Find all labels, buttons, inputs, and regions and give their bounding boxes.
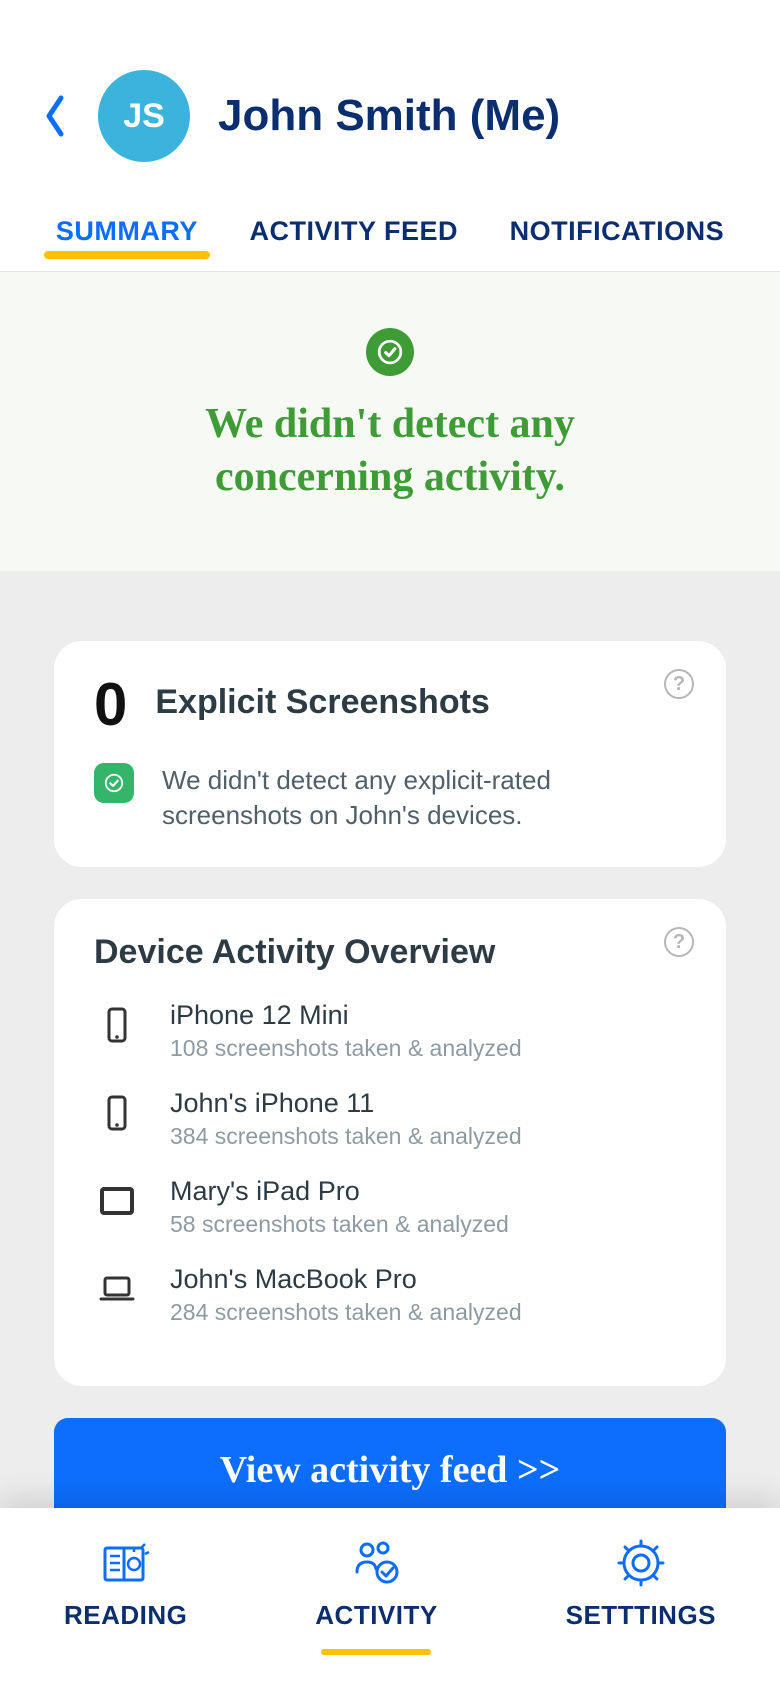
explicit-count: 0 xyxy=(94,675,127,735)
device-card-title: Device Activity Overview xyxy=(94,933,686,972)
device-name: John's MacBook Pro xyxy=(170,1264,522,1295)
device-name: John's iPhone 11 xyxy=(170,1088,522,1119)
device-sub: 108 screenshots taken & analyzed xyxy=(170,1035,522,1062)
device-sub: 384 screenshots taken & analyzed xyxy=(170,1123,522,1150)
nav-settings[interactable]: SETTTINGS xyxy=(566,1538,716,1631)
nav-reading-label: READING xyxy=(64,1600,187,1631)
status-banner: We didn't detect any concerning activity… xyxy=(0,272,780,571)
nav-activity-label: ACTIVITY xyxy=(315,1600,437,1631)
phone-icon xyxy=(94,1090,140,1136)
help-icon[interactable]: ? xyxy=(664,669,694,699)
device-sub: 284 screenshots taken & analyzed xyxy=(170,1299,522,1326)
nav-reading[interactable]: READING xyxy=(64,1538,187,1631)
activity-icon xyxy=(348,1538,404,1588)
avatar[interactable]: JS xyxy=(98,70,190,162)
device-row[interactable]: Mary's iPad Pro 58 screenshots taken & an… xyxy=(94,1176,686,1238)
check-icon xyxy=(94,763,134,803)
phone-icon xyxy=(94,1002,140,1048)
status-check-icon xyxy=(366,328,414,376)
device-activity-card: ? Device Activity Overview iPhone 12 Min… xyxy=(54,899,726,1386)
gear-icon xyxy=(613,1538,669,1588)
active-underline xyxy=(321,1649,431,1655)
reading-icon xyxy=(98,1538,154,1588)
status-message: We didn't detect any concerning activity… xyxy=(110,398,670,503)
device-row[interactable]: iPhone 12 Mini 108 screenshots taken & an… xyxy=(94,1000,686,1062)
tabs: SUMMARY ACTIVITY FEED NOTIFICATIONS xyxy=(0,192,780,272)
nav-activity[interactable]: ACTIVITY xyxy=(315,1538,437,1655)
nav-settings-label: SETTTINGS xyxy=(566,1600,716,1631)
page-title: John Smith (Me) xyxy=(218,91,560,141)
laptop-icon xyxy=(94,1266,140,1312)
cards-area: ? 0 Explicit Screenshots We didn't detec… xyxy=(0,571,780,1570)
device-row[interactable]: John's MacBook Pro 284 screenshots taken … xyxy=(94,1264,686,1326)
device-row[interactable]: John's iPhone 11 384 screenshots taken & … xyxy=(94,1088,686,1150)
tab-activity-feed[interactable]: ACTIVITY FEED xyxy=(243,202,464,271)
tab-summary[interactable]: SUMMARY xyxy=(50,202,204,271)
help-icon[interactable]: ? xyxy=(664,927,694,957)
device-name: iPhone 12 Mini xyxy=(170,1000,522,1031)
chevron-left-icon xyxy=(43,94,67,138)
content-body: We didn't detect any concerning activity… xyxy=(0,272,780,1650)
device-list: iPhone 12 Mini 108 screenshots taken & an… xyxy=(94,1000,686,1326)
avatar-initials: JS xyxy=(123,97,165,136)
tablet-icon xyxy=(94,1178,140,1224)
back-button[interactable] xyxy=(40,89,70,143)
explicit-screenshots-card: ? 0 Explicit Screenshots We didn't detec… xyxy=(54,641,726,867)
bottom-nav: READING ACTIVITY SETTTIN xyxy=(0,1508,780,1688)
explicit-title: Explicit Screenshots xyxy=(155,683,489,722)
explicit-description: We didn't detect any explicit-rated scre… xyxy=(162,763,686,833)
tab-notifications[interactable]: NOTIFICATIONS xyxy=(504,202,730,271)
device-sub: 58 screenshots taken & analyzed xyxy=(170,1211,509,1238)
header: JS John Smith (Me) xyxy=(0,0,780,192)
device-name: Mary's iPad Pro xyxy=(170,1176,509,1207)
